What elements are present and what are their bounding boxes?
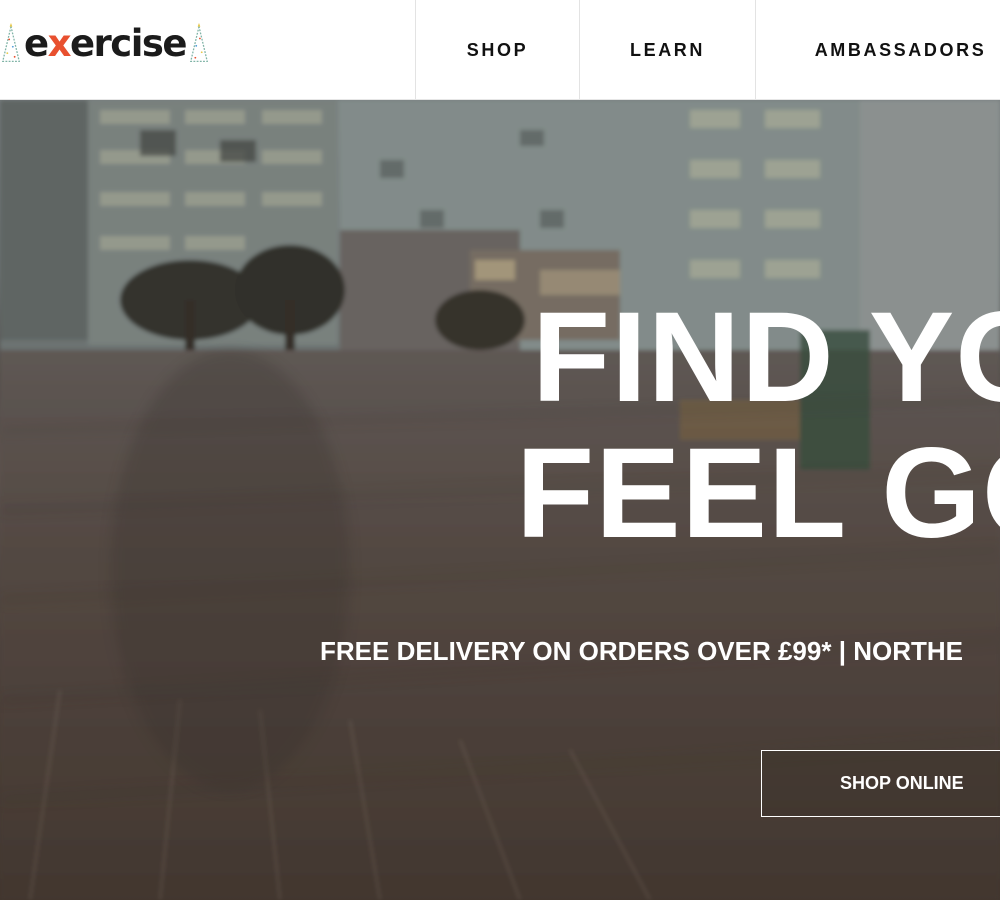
nav-ambassadors[interactable]: AMBASSADORS <box>755 0 1000 99</box>
hero-headline-line-2: FEEL GO <box>516 422 1000 565</box>
shop-online-button[interactable]: SHOP ONLINE <box>761 750 1000 817</box>
site-logo[interactable]: exercise <box>0 18 210 70</box>
hero-headline: FIND YO FEEL GO <box>516 290 1000 562</box>
hero-headline-line-1: FIND YO <box>532 286 1000 429</box>
delivery-tagline: FREE DELIVERY ON ORDERS OVER £99* | NORT… <box>320 636 963 666</box>
christmas-tree-icon <box>189 22 209 63</box>
nav-shop[interactable]: SHOP <box>415 0 579 99</box>
site-header: exercise SHOP LEARN AMBASSADORS <box>0 0 1000 100</box>
hero-banner: FIND YO FEEL GO FREE DELIVERY ON ORDERS … <box>0 100 1000 900</box>
main-nav: SHOP LEARN AMBASSADORS <box>415 0 1000 99</box>
nav-learn[interactable]: LEARN <box>579 0 755 99</box>
logo-wordmark: exercise <box>23 22 188 65</box>
christmas-tree-icon <box>1 22 21 63</box>
